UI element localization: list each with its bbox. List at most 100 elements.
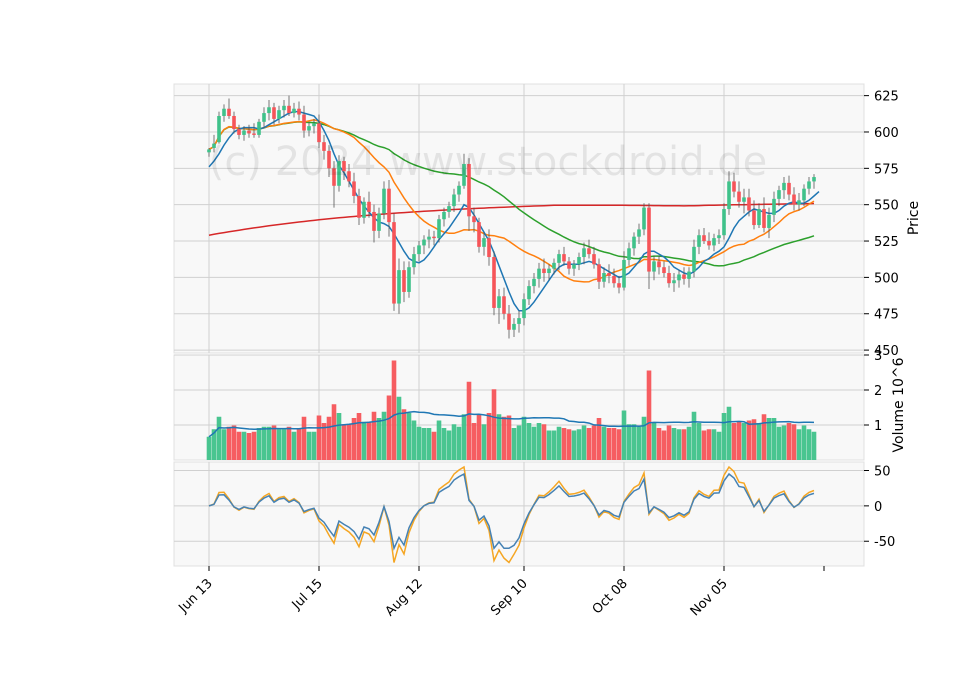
candle-body [617,283,621,288]
volume-bar [761,414,767,460]
volume-bar [701,430,707,460]
candle-body [302,114,306,131]
candle-body [672,280,676,284]
candle-body [427,236,431,240]
y-tick-label: 2 [874,384,882,399]
candle-body [307,126,311,131]
candle-body [782,182,786,191]
volume-bar [796,429,802,460]
volume-bar [551,430,557,460]
volume-bar [656,428,662,460]
candle-body [737,191,741,202]
volume-bar [266,426,272,460]
volume-bar [751,419,757,460]
volume-bar [216,416,222,460]
volume-bar [391,360,397,460]
candle-body [417,245,421,255]
candle-body [742,197,746,202]
candle-body [402,270,406,292]
volume-bar [721,413,727,460]
volume-bar [246,433,252,460]
volume-bar [481,424,487,460]
candle-body [357,195,361,218]
candle-body [687,271,691,279]
candle-body [542,268,546,274]
volume-bar [666,425,672,460]
volume-bar [691,411,697,460]
volume-bar [281,429,287,460]
candle-body [292,108,296,114]
volume-bar [681,429,687,460]
volume-bar [206,436,212,460]
candle-body [757,209,761,226]
candle-body [607,273,611,276]
volume-bar [711,429,717,460]
volume-bar [576,429,582,460]
volume-bar [696,423,702,460]
volume-bar [436,420,442,460]
volume-bar [526,423,532,460]
volume-bar [556,426,562,460]
volume-bar [276,429,282,460]
volume-bar [756,423,762,460]
candle-body [367,201,371,212]
candle-body [287,105,291,114]
y-tick-label: 500 [874,271,899,286]
candle-body [547,268,551,274]
candle-body [552,262,556,269]
volume-bar [646,370,652,460]
volume-bar [651,423,657,460]
y-tick-label: 550 [874,199,899,214]
candle-body [262,113,266,122]
candle-body [627,248,631,260]
volume-bar [571,430,577,460]
volume-bar [671,428,677,460]
candle-body [282,105,286,111]
volume-bar [536,423,542,460]
candle-body [482,238,486,247]
volume-bar [501,416,507,460]
volume-bar [546,430,552,460]
candle-body [437,219,441,239]
volume-bar [256,428,262,460]
candle-body [747,197,751,211]
volume-bar [431,431,437,460]
volume-bar [341,424,347,460]
candle-body [752,210,756,226]
candle-body [487,238,491,258]
candle-body [412,254,416,268]
candle-body [247,130,251,134]
candle-body [407,267,411,292]
volume-bar [321,423,327,460]
y-tick-label: 475 [874,308,899,323]
candle-body [592,254,596,265]
candle-body [237,129,241,135]
volume-bar [741,423,747,460]
candle-body [612,275,616,284]
candle-body [712,238,716,246]
candle-body [297,108,301,115]
candle-body [257,121,261,135]
volume-bar [616,429,622,460]
volume-bar [361,421,367,460]
candle-body [637,229,641,237]
volume-bar [366,421,372,460]
candle-body [277,110,281,119]
candle-body [602,273,606,282]
volume-bar [561,428,567,460]
volume-bar [261,426,267,460]
candle-body [697,235,701,247]
candle-body [642,207,646,230]
volume-bar [531,426,537,460]
volume-bar [591,425,597,460]
candle-body [762,209,766,228]
candle-body [472,216,476,223]
candle-body [797,200,801,205]
candle-body [497,296,501,308]
volume-bar [306,431,312,460]
candle-body [457,185,461,195]
candle-body [432,236,436,239]
candle-body [387,188,391,223]
volume-bar [606,428,612,460]
volume-bar [286,426,292,460]
